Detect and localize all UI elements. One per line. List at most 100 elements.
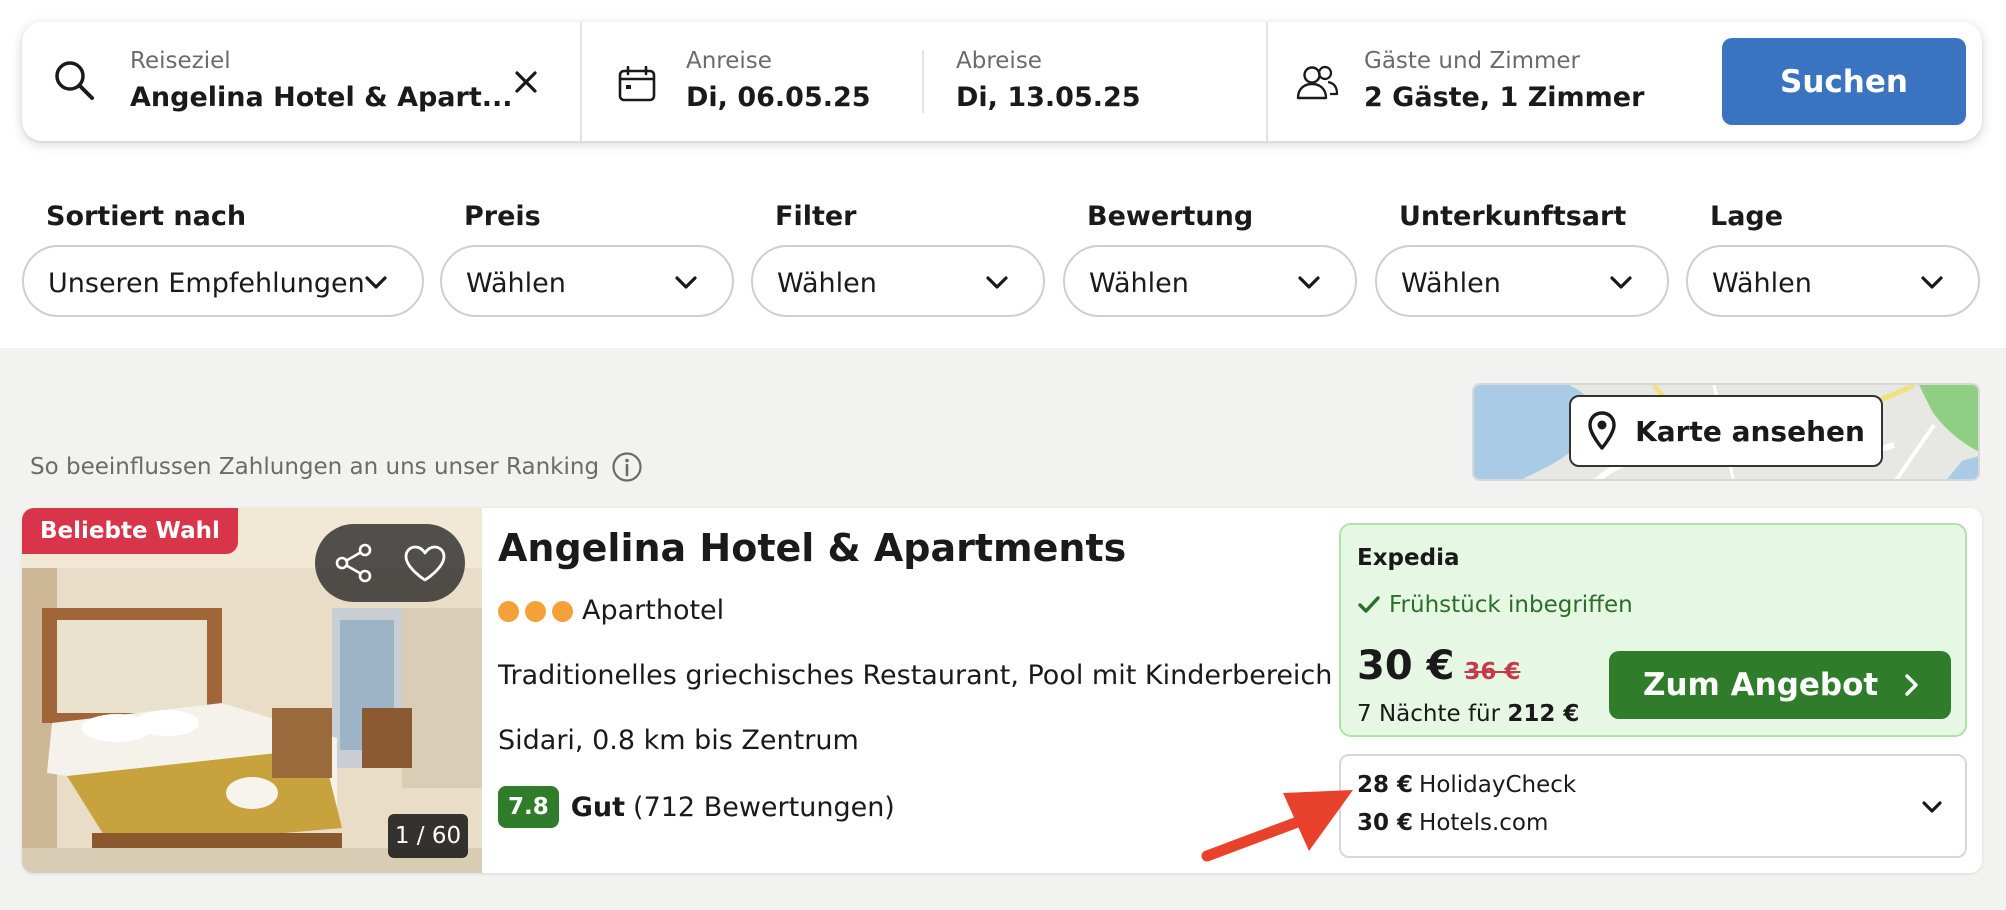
filter-location: Lage Wählen (1686, 201, 1980, 317)
filter-label: Unterkunftsart (1399, 201, 1627, 232)
checkin-value: Di, 06.05.25 (686, 82, 871, 113)
popular-badge: Beliebte Wahl (22, 508, 238, 554)
filter-label: Sortiert nach (46, 201, 247, 232)
other-offer-row: 28 € HolidayCheck (1357, 772, 1576, 798)
filter-value: Wählen (777, 268, 877, 299)
hotel-name[interactable]: Angelina Hotel & Apartments (498, 526, 1126, 570)
main-offer[interactable]: Expedia Frühstück inbegriffen 30 € 36 € … (1339, 523, 1967, 737)
hotel-location: Sidari, 0.8 km bis Zentrum (498, 725, 859, 756)
rating-count: (712 Bewertungen) (633, 791, 895, 823)
guests-label: Gäste und Zimmer (1364, 48, 1581, 74)
checkin-label: Anreise (686, 48, 772, 74)
filter-value: Unseren Empfehlungen (48, 268, 365, 299)
guests-field[interactable]: Gäste und Zimmer 2 Gäste, 1 Zimmer (1364, 22, 1694, 141)
ranking-note-text: So beeinflussen Zahlungen an uns unser R… (30, 454, 600, 480)
checkout-field[interactable]: Abreise Di, 13.05.25 (956, 22, 1256, 141)
other-offer-price: 28 € (1357, 772, 1414, 798)
date-divider (922, 50, 924, 113)
price-old: 36 € (1464, 659, 1521, 685)
chevron-down-icon (1298, 276, 1320, 289)
search-bar: Reiseziel Angelina Hotel & Apart... Anre… (22, 22, 1982, 141)
search-button[interactable]: Suchen (1722, 38, 1966, 125)
search-divider (1266, 22, 1268, 141)
hotel-type: Aparthotel (582, 595, 725, 626)
chevron-right-icon (1905, 674, 1918, 696)
rating-word: Gut (570, 791, 626, 823)
filter-price: Preis Wählen (440, 201, 734, 317)
price-current: 30 € (1357, 643, 1455, 689)
chevron-down-icon (675, 276, 697, 289)
hotel-rating[interactable]: 7.8 Gut (712 Bewertungen) (498, 786, 895, 828)
checkout-value: Di, 13.05.25 (956, 82, 1141, 113)
filter-value: Wählen (1089, 268, 1189, 299)
close-icon[interactable] (510, 66, 542, 98)
filter-label: Preis (464, 201, 541, 232)
other-offer-row: 30 € Hotels.com (1357, 810, 1548, 836)
view-deal-label: Zum Angebot (1643, 667, 1879, 703)
other-offer-provider: Hotels.com (1419, 810, 1549, 836)
filter-label: Filter (775, 201, 857, 232)
chevron-down-icon (1610, 276, 1632, 289)
hotel-description: Traditionelles griechisches Restaurant, … (498, 660, 1333, 691)
accommodation-select[interactable]: Wählen (1375, 245, 1669, 317)
users-icon (1294, 62, 1340, 104)
sort-select[interactable]: Unseren Empfehlungen (22, 245, 424, 317)
filter-label: Bewertung (1087, 201, 1254, 232)
photo-actions (315, 524, 465, 602)
filter-rating: Bewertung Wählen (1063, 201, 1357, 317)
ranking-note[interactable]: So beeinflussen Zahlungen an uns unser R… (30, 451, 643, 483)
offer-price: 30 € 36 € (1357, 643, 1520, 689)
chevron-down-icon (986, 276, 1008, 289)
star-dot-icon (498, 601, 519, 622)
annotation-arrow-icon (1201, 790, 1353, 862)
rating-score: 7.8 (498, 786, 559, 828)
show-map-button[interactable]: Karte ansehen (1569, 395, 1883, 467)
filter-label: Lage (1710, 201, 1784, 232)
star-dot-icon (552, 601, 573, 622)
hotel-card[interactable]: Beliebte Wahl 1 / 60 Angelina Hotel & Ap… (22, 508, 1982, 873)
filter-accommodation: Unterkunftsart Wählen (1375, 201, 1669, 317)
checkin-field[interactable]: Anreise Di, 06.05.25 (686, 22, 926, 141)
destination-label: Reiseziel (130, 48, 231, 74)
checkout-label: Abreise (956, 48, 1042, 74)
filter-filter: Filter Wählen (751, 201, 1045, 317)
check-icon (1358, 596, 1380, 613)
other-offer-provider: HolidayCheck (1419, 772, 1577, 798)
hotel-photo[interactable]: Beliebte Wahl 1 / 60 (22, 508, 482, 873)
rating-select[interactable]: Wählen (1063, 245, 1357, 317)
search-icon (50, 56, 98, 104)
guests-value: 2 Gäste, 1 Zimmer (1364, 82, 1645, 113)
info-icon (612, 452, 642, 482)
destination-value: Angelina Hotel & Apart... (130, 82, 513, 113)
search-divider (580, 22, 582, 141)
calendar-icon (616, 64, 658, 104)
filter-value: Wählen (1712, 268, 1812, 299)
filter-select[interactable]: Wählen (751, 245, 1045, 317)
filter-value: Wählen (466, 268, 566, 299)
destination-field[interactable]: Reiseziel Angelina Hotel & Apart... (130, 22, 540, 141)
heart-icon[interactable] (403, 544, 447, 584)
star-dot-icon (525, 601, 546, 622)
share-icon[interactable] (333, 542, 375, 584)
offer-total: 7 Nächte für 212 € (1357, 701, 1579, 727)
chevron-down-icon[interactable] (1919, 796, 1945, 818)
view-deal-button[interactable]: Zum Angebot (1609, 651, 1951, 719)
location-select[interactable]: Wählen (1686, 245, 1980, 317)
offer-total-value: 212 € (1507, 701, 1580, 727)
other-offers[interactable]: 28 € HolidayCheck 30 € Hotels.com (1339, 754, 1967, 858)
offer-total-prefix: 7 Nächte für (1357, 701, 1501, 727)
chevron-down-icon (1921, 276, 1943, 289)
map-pin-icon (1588, 411, 1616, 450)
show-map-label: Karte ansehen (1635, 414, 1865, 448)
chevron-down-icon (365, 276, 387, 289)
photo-counter: 1 / 60 (388, 814, 468, 858)
filter-sort: Sortiert nach Unseren Empfehlungen (22, 201, 424, 317)
offer-provider: Expedia (1357, 545, 1460, 571)
price-select[interactable]: Wählen (440, 245, 734, 317)
offer-feature: Frühstück inbegriffen (1357, 592, 1633, 618)
other-offer-price: 30 € (1357, 810, 1414, 836)
map-preview[interactable]: Karte ansehen (1472, 383, 1980, 481)
offer-feature-text: Frühstück inbegriffen (1389, 592, 1633, 618)
filter-value: Wählen (1401, 268, 1501, 299)
hotel-stars (498, 601, 573, 622)
